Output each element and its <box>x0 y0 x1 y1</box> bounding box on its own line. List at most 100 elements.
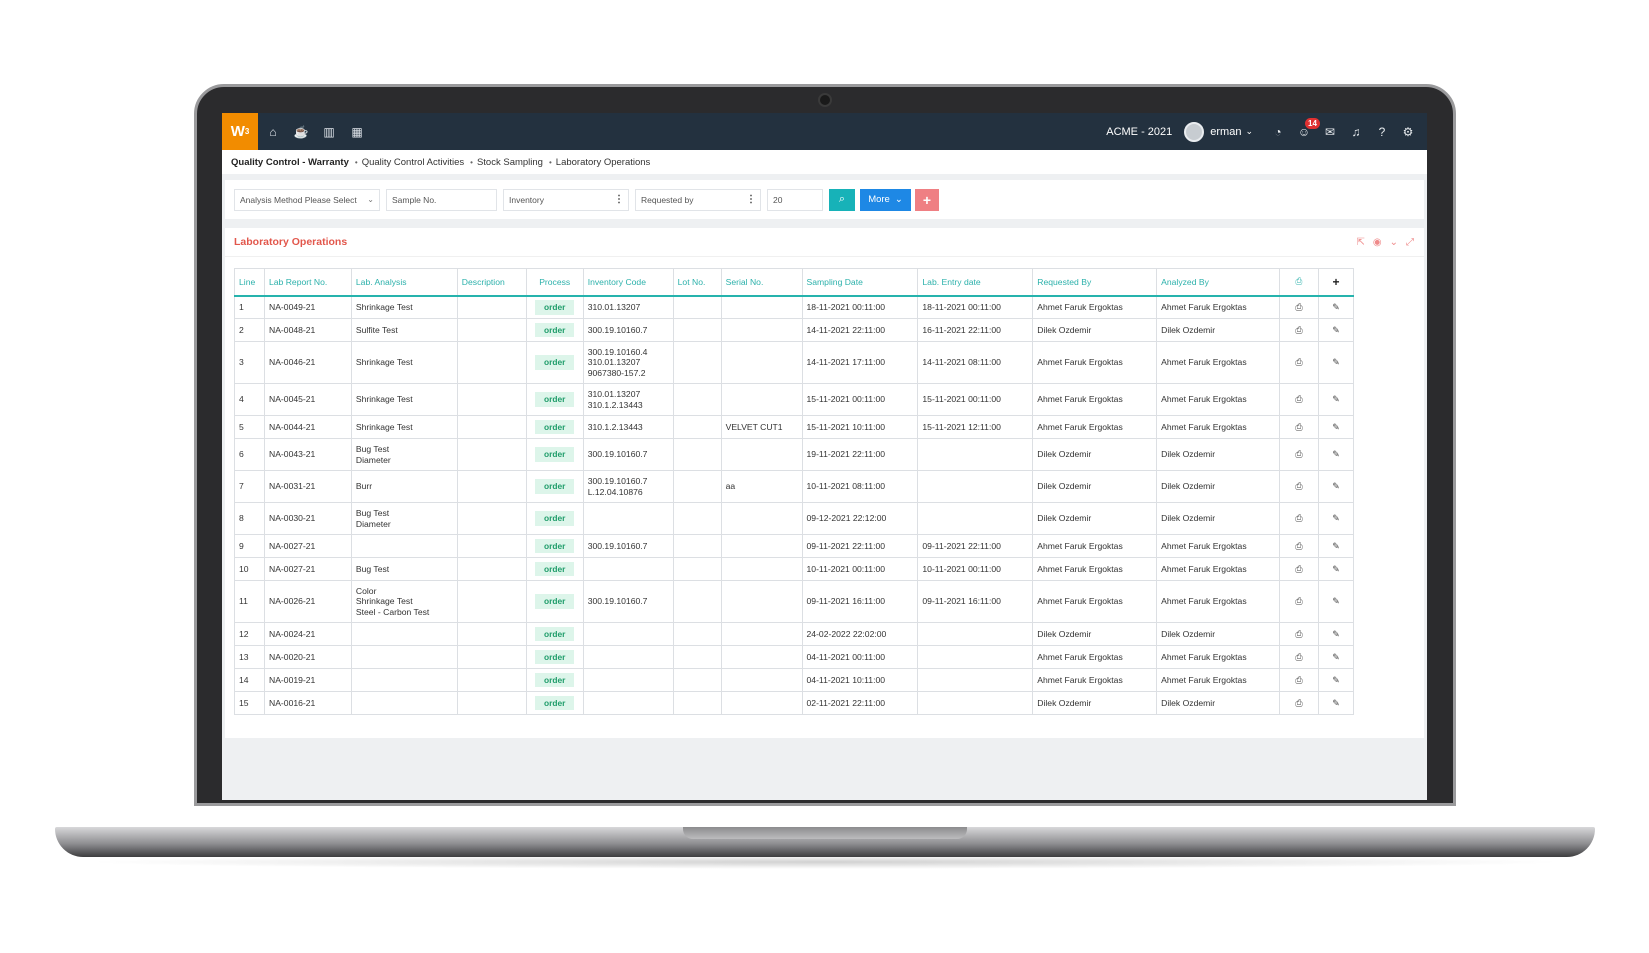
eye-icon[interactable]: ◉ <box>1373 237 1382 248</box>
print-icon[interactable]: ⎙ <box>1278 318 1319 342</box>
gear-icon[interactable]: ⚙ <box>1395 125 1421 139</box>
print-icon[interactable]: ⎙ <box>1278 668 1319 692</box>
search-button[interactable]: ⌕ <box>829 188 855 211</box>
table-row[interactable]: 12 NA-0024-21 order 24-02-2022 22:02:00 Dile… <box>234 622 1355 646</box>
inventory-input[interactable]: Inventory ⋮ <box>503 188 629 211</box>
col-process[interactable]: Process <box>525 268 584 297</box>
print-icon[interactable]: ⎙ <box>1278 557 1319 581</box>
smiley-icon[interactable]: ☺ 14 <box>1291 117 1320 139</box>
print-all-icon[interactable]: ⎙ <box>1278 268 1319 297</box>
more-options-icon[interactable]: ⋮ <box>614 194 624 205</box>
print-icon[interactable]: ⎙ <box>1278 438 1319 471</box>
edit-icon[interactable]: ✎ <box>1317 470 1355 503</box>
edit-icon[interactable]: ✎ <box>1317 318 1355 342</box>
edit-icon[interactable]: ✎ <box>1317 622 1355 646</box>
table-row[interactable]: 11 NA-0026-21 Color Shrinkage Test Steel - C… <box>234 580 1355 623</box>
breadcrumb-item[interactable]: Stock Sampling <box>477 157 543 168</box>
table-row[interactable]: 2 NA-0048-21 Sulfite Test order 300.19.10160… <box>234 318 1355 342</box>
cell-lab-analysis-line: Shrinkage Test <box>355 357 413 368</box>
col-sampling-date[interactable]: Sampling Date <box>801 268 919 297</box>
table-row[interactable]: 7 NA-0031-21 Burr order 300.19.10160.7 L.12.0… <box>234 470 1355 503</box>
bell-icon[interactable]: ♫ <box>1343 125 1369 139</box>
add-row-button[interactable]: + <box>1317 268 1355 297</box>
table-row[interactable]: 10 NA-0027-21 Bug Test order 10-11-2021 00:1… <box>234 557 1355 581</box>
breadcrumb-item[interactable]: Quality Control Activities <box>362 157 464 168</box>
edit-icon[interactable]: ✎ <box>1317 415 1355 439</box>
bar-chart-icon[interactable]: ▥ <box>316 125 342 139</box>
breadcrumb-item[interactable]: Laboratory Operations <box>556 157 651 168</box>
cell-sampling-date: 15-11-2021 00:11:00 <box>801 383 919 416</box>
table-row[interactable]: 9 NA-0027-21 order 300.19.10160.7 09-11-2021… <box>234 534 1355 558</box>
chat-icon[interactable]: ✉ <box>1317 125 1343 139</box>
breadcrumb-separator: • <box>354 157 358 167</box>
breadcrumb-separator: • <box>548 157 552 167</box>
col-analyzed-by[interactable]: Analyzed By <box>1156 268 1280 297</box>
export-icon[interactable]: ⇱ <box>1356 237 1364 248</box>
table-row[interactable]: 4 NA-0045-21 Shrinkage Test order 310.01.132… <box>234 383 1355 416</box>
app-logo[interactable]: W3 <box>222 113 258 150</box>
headset-icon[interactable]: ◔ <box>1265 125 1291 139</box>
add-button[interactable]: + <box>915 188 939 211</box>
print-icon[interactable]: ⎙ <box>1278 295 1319 319</box>
col-requested-by[interactable]: Requested By <box>1032 268 1158 297</box>
table-row[interactable]: 15 NA-0016-21 order 02-11-2021 22:11:00 Dile… <box>234 691 1355 715</box>
help-icon[interactable]: ? <box>1369 125 1395 139</box>
cell-inventory-code-line: 300.19.10160.4 <box>587 346 648 357</box>
print-icon[interactable]: ⎙ <box>1278 645 1319 669</box>
analysis-method-select[interactable]: Analysis Method Please Select ⌄ <box>234 188 380 211</box>
page-size-input[interactable]: 20 <box>767 188 823 211</box>
chevron-down-icon[interactable]: ⌄ <box>1390 237 1398 248</box>
col-lab-entry-date[interactable]: Lab. Entry date <box>917 268 1034 297</box>
edit-icon[interactable]: ✎ <box>1317 534 1355 558</box>
col-lot-no[interactable]: Lot No. <box>672 268 722 297</box>
print-icon[interactable]: ⎙ <box>1278 691 1319 715</box>
print-icon[interactable]: ⎙ <box>1278 415 1319 439</box>
col-serial-no[interactable]: Serial No. <box>720 268 803 297</box>
table-row[interactable]: 1 NA-0049-21 Shrinkage Test order 310.01.132… <box>234 295 1355 319</box>
breadcrumb-item[interactable]: Quality Control - Warranty <box>231 157 349 168</box>
edit-icon[interactable]: ✎ <box>1317 691 1355 715</box>
print-icon[interactable]: ⎙ <box>1278 580 1319 623</box>
edit-icon[interactable]: ✎ <box>1317 645 1355 669</box>
edit-icon[interactable]: ✎ <box>1317 668 1355 692</box>
calendar-icon[interactable]: ▦ <box>344 125 370 139</box>
print-icon[interactable]: ⎙ <box>1278 622 1319 646</box>
more-button[interactable]: More ⌄ <box>860 188 911 211</box>
cup-icon[interactable]: ☕ <box>288 125 314 139</box>
edit-icon[interactable]: ✎ <box>1317 341 1355 384</box>
print-icon[interactable]: ⎙ <box>1278 341 1319 384</box>
sample-no-input[interactable]: Sample No. <box>386 188 497 211</box>
print-icon[interactable]: ⎙ <box>1278 383 1319 416</box>
edit-icon[interactable]: ✎ <box>1317 295 1355 319</box>
print-icon[interactable]: ⎙ <box>1278 470 1319 503</box>
print-icon[interactable]: ⎙ <box>1278 502 1319 535</box>
requested-by-input[interactable]: Requested by ⋮ <box>635 188 761 211</box>
col-inventory-code[interactable]: Inventory Code <box>582 268 674 297</box>
table-row[interactable]: 8 NA-0030-21 Bug Test Diameter order 09-12-20… <box>234 502 1355 535</box>
cell-process: order <box>525 415 584 439</box>
home-icon[interactable]: ⌂ <box>260 125 286 139</box>
print-icon[interactable]: ⎙ <box>1278 534 1319 558</box>
edit-icon[interactable]: ✎ <box>1317 580 1355 623</box>
edit-icon[interactable]: ✎ <box>1317 383 1355 416</box>
table-row[interactable]: 14 NA-0019-21 order 04-11-2021 10:11:00 Ahme… <box>234 668 1355 692</box>
chevron-down-icon[interactable]: ⌄ <box>1245 126 1253 137</box>
table-row[interactable]: 13 NA-0020-21 order 04-11-2021 00:11:00 Ahme… <box>234 645 1355 669</box>
expand-icon[interactable]: ⤢ <box>1406 237 1414 248</box>
edit-icon[interactable]: ✎ <box>1317 438 1355 471</box>
chevron-down-icon: ⌄ <box>367 195 374 204</box>
more-options-icon[interactable]: ⋮ <box>746 194 756 205</box>
avatar[interactable] <box>1184 121 1205 142</box>
edit-icon[interactable]: ✎ <box>1317 502 1355 535</box>
col-description[interactable]: Description <box>456 268 527 297</box>
company-selector[interactable]: ACME - 2021 <box>1106 126 1172 138</box>
edit-icon[interactable]: ✎ <box>1317 557 1355 581</box>
username[interactable]: erman <box>1210 126 1241 138</box>
col-lab-report-no[interactable]: Lab Report No. <box>263 268 352 297</box>
cell-lab-analysis: Shrinkage Test <box>350 383 458 416</box>
col-lab-analysis[interactable]: Lab. Analysis <box>350 268 458 297</box>
table-row[interactable]: 3 NA-0046-21 Shrinkage Test order 300.19.101… <box>234 341 1355 384</box>
table-row[interactable]: 6 NA-0043-21 Bug Test Diameter order 300.19.1… <box>234 438 1355 471</box>
table-row[interactable]: 5 NA-0044-21 Shrinkage Test order 310.1.2.13… <box>234 415 1355 439</box>
col-line[interactable]: Line <box>234 268 265 297</box>
